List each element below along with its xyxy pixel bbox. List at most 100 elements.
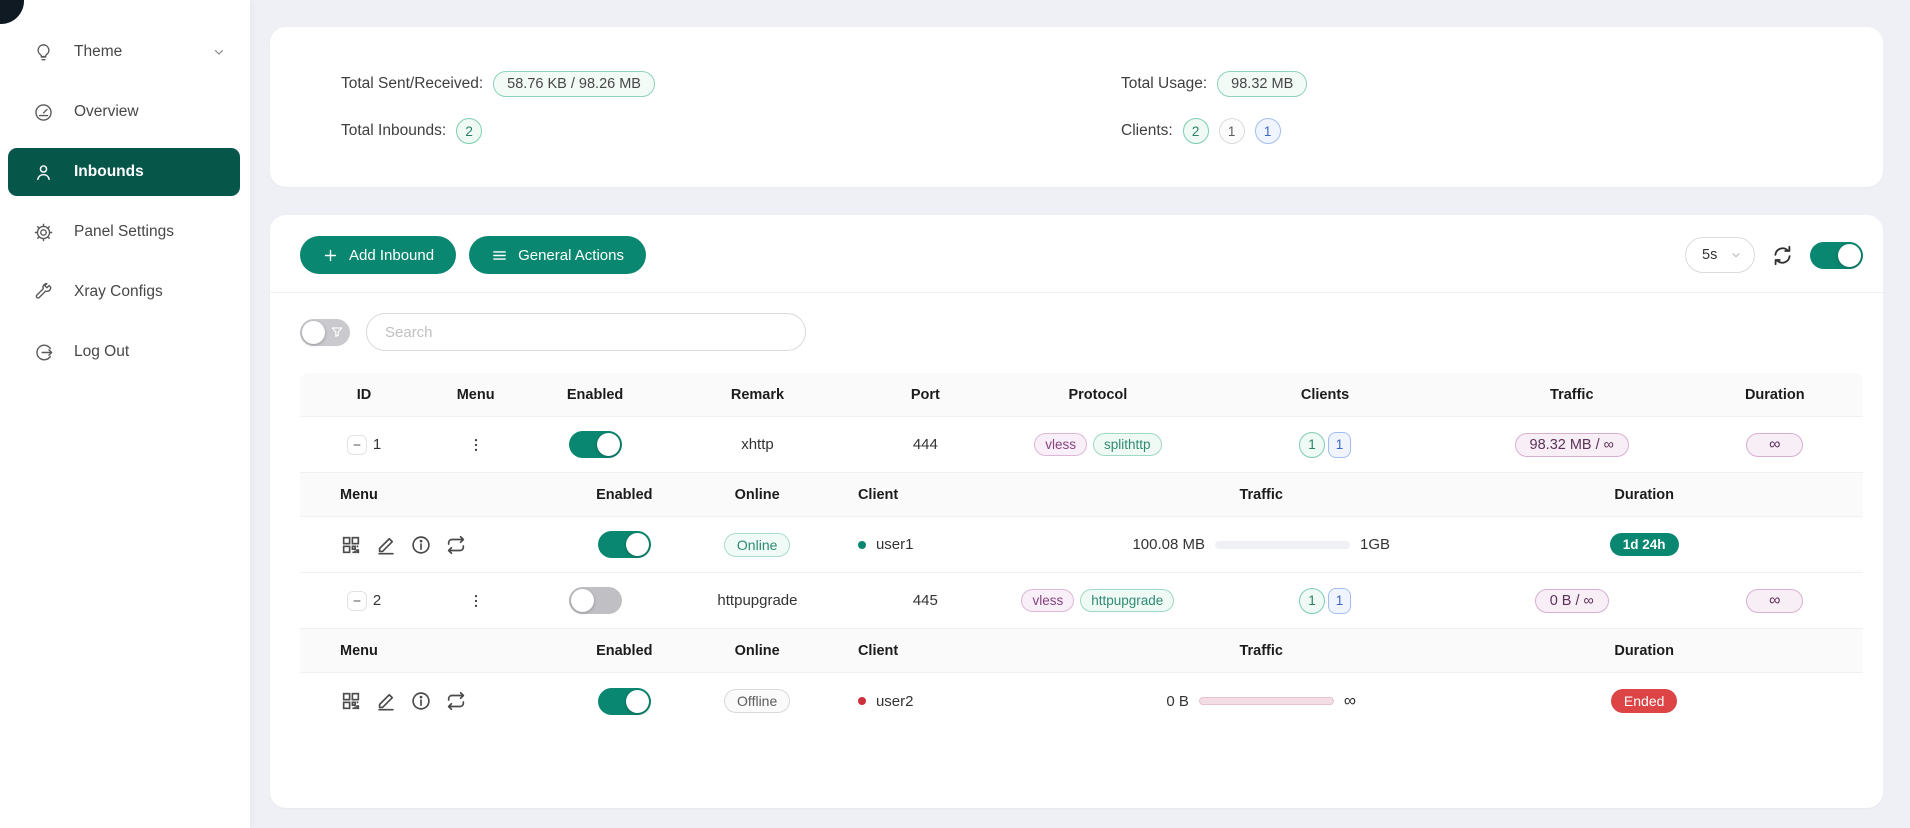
refresh-interval-select[interactable]: 5s bbox=[1685, 237, 1755, 273]
chevron-down-icon bbox=[212, 45, 226, 59]
inbound-row[interactable]: 1 xhttp 444 vless splithttp 1 bbox=[300, 417, 1863, 473]
col-header-menu: Menu bbox=[300, 643, 542, 659]
sidebar: Theme Overview Inbounds bbox=[0, 0, 250, 828]
sidebar-item-label: Panel Settings bbox=[74, 223, 226, 241]
online-status-badge: Online bbox=[724, 533, 790, 557]
duration-badge: 1d 24h bbox=[1610, 533, 1679, 556]
traffic-badge: 0 B / ∞ bbox=[1535, 589, 1609, 613]
traffic-total: ∞ bbox=[1344, 691, 1356, 711]
reset-traffic-icon[interactable] bbox=[445, 690, 467, 712]
add-inbound-button[interactable]: Add Inbound bbox=[300, 236, 456, 274]
client-name: user1 bbox=[876, 536, 914, 553]
row-menu-icon[interactable] bbox=[467, 592, 485, 610]
inbound-row[interactable]: 2 httpupgrade 445 vless httpupgrade bbox=[300, 573, 1863, 629]
duration-badge: ∞ bbox=[1746, 589, 1803, 613]
total-usage-label: Total Usage: bbox=[1121, 75, 1207, 93]
sidebar-item-label: Log Out bbox=[74, 343, 226, 361]
sidebar-item-panel-settings[interactable]: Panel Settings bbox=[8, 208, 240, 256]
traffic-progress-bar bbox=[1199, 697, 1334, 705]
gear-icon bbox=[32, 221, 54, 243]
info-icon[interactable] bbox=[410, 690, 432, 712]
total-inbounds-label: Total Inbounds: bbox=[341, 122, 446, 140]
sidebar-item-logout[interactable]: Log Out bbox=[8, 328, 240, 376]
wrench-icon bbox=[32, 281, 54, 303]
col-header-client: Client bbox=[808, 487, 1011, 503]
sidebar-item-overview[interactable]: Overview bbox=[8, 88, 240, 136]
col-header-duration: Duration bbox=[1511, 487, 1777, 503]
client-row: Online user1 100.08 MB 1GB 1d 24h bbox=[300, 517, 1863, 573]
client-row: Offline user2 0 B ∞ Ended bbox=[300, 673, 1863, 729]
duration-badge: ∞ bbox=[1746, 433, 1803, 457]
refresh-icon[interactable] bbox=[1771, 244, 1794, 267]
qr-code-icon[interactable] bbox=[340, 534, 362, 556]
sidebar-item-xray-configs[interactable]: Xray Configs bbox=[8, 268, 240, 316]
clients-count-badge: 1 bbox=[1255, 118, 1281, 144]
client-header-row: Menu Enabled Online Client Traffic Durat… bbox=[300, 629, 1863, 673]
table-header-row: ID Menu Enabled Remark Port Protocol Cli… bbox=[300, 373, 1863, 417]
clients-count-badge: 1 bbox=[1219, 118, 1245, 144]
menu-bars-icon bbox=[491, 247, 508, 264]
col-header-duration: Duration bbox=[1511, 643, 1777, 659]
info-icon[interactable] bbox=[410, 534, 432, 556]
general-actions-button[interactable]: General Actions bbox=[469, 236, 646, 274]
sidebar-nav: Theme Overview Inbounds bbox=[0, 0, 250, 376]
inbound-id: 2 bbox=[373, 592, 381, 609]
collapse-row-button[interactable] bbox=[347, 591, 367, 611]
auto-refresh-toggle[interactable] bbox=[1810, 242, 1863, 269]
stats-card: Total Sent/Received: 58.76 KB / 98.26 MB… bbox=[270, 27, 1883, 187]
col-header-remark: Remark bbox=[667, 387, 848, 403]
sidebar-item-label: Overview bbox=[74, 103, 226, 121]
dashboard-icon bbox=[32, 101, 54, 123]
col-header-online: Online bbox=[706, 643, 808, 659]
user-icon bbox=[32, 161, 54, 183]
client-status-dot bbox=[858, 541, 866, 549]
inbound-port: 444 bbox=[848, 436, 1003, 453]
sidebar-item-label: Theme bbox=[74, 43, 212, 61]
qr-code-icon[interactable] bbox=[340, 690, 362, 712]
row-menu-icon[interactable] bbox=[467, 436, 485, 454]
client-name: user2 bbox=[876, 693, 914, 710]
traffic-used: 0 B bbox=[1166, 693, 1189, 710]
col-header-enabled: Enabled bbox=[542, 643, 706, 659]
client-enabled-toggle[interactable] bbox=[598, 531, 651, 558]
sidebar-item-inbounds[interactable]: Inbounds bbox=[8, 148, 240, 196]
client-enabled-toggle[interactable] bbox=[598, 688, 651, 715]
client-status-dot bbox=[858, 697, 866, 705]
search-row bbox=[270, 293, 1883, 351]
col-header-duration: Duration bbox=[1687, 387, 1863, 403]
funnel-icon bbox=[330, 325, 344, 339]
edit-icon[interactable] bbox=[375, 690, 397, 712]
edit-icon[interactable] bbox=[375, 534, 397, 556]
filter-toggle[interactable] bbox=[300, 319, 350, 346]
sidebar-item-label: Xray Configs bbox=[74, 283, 226, 301]
plus-icon bbox=[322, 247, 339, 264]
main-content: Total Sent/Received: 58.76 KB / 98.26 MB… bbox=[250, 0, 1910, 828]
col-header-online: Online bbox=[706, 487, 808, 503]
client-count-badge: 1 bbox=[1328, 432, 1351, 458]
sidebar-item-label: Inbounds bbox=[74, 163, 226, 181]
sidebar-item-theme[interactable]: Theme bbox=[8, 28, 240, 76]
client-count-badge: 1 bbox=[1299, 588, 1325, 614]
protocol-tag: vless bbox=[1034, 433, 1087, 456]
search-input[interactable] bbox=[366, 313, 806, 351]
col-header-port: Port bbox=[848, 387, 1003, 403]
logout-icon bbox=[32, 341, 54, 363]
collapse-row-button[interactable] bbox=[347, 435, 367, 455]
col-header-client: Client bbox=[808, 643, 1011, 659]
reset-traffic-icon[interactable] bbox=[445, 534, 467, 556]
inbound-enabled-toggle[interactable] bbox=[569, 587, 622, 614]
bulb-icon bbox=[32, 41, 54, 63]
col-header-enabled: Enabled bbox=[542, 487, 706, 503]
traffic-total: 1GB bbox=[1360, 536, 1390, 553]
client-count-badge: 1 bbox=[1328, 588, 1351, 614]
inbound-enabled-toggle[interactable] bbox=[569, 431, 622, 458]
col-header-traffic: Traffic bbox=[1011, 643, 1511, 659]
col-header-menu: Menu bbox=[300, 487, 542, 503]
total-sent-received-label: Total Sent/Received: bbox=[341, 75, 483, 93]
total-inbounds-badge: 2 bbox=[456, 118, 482, 144]
toolbar: Add Inbound General Actions 5s bbox=[270, 215, 1883, 293]
client-count-badge: 1 bbox=[1299, 432, 1325, 458]
col-header-clients: Clients bbox=[1193, 387, 1457, 403]
traffic-badge: 98.32 MB / ∞ bbox=[1515, 433, 1630, 457]
clients-count-badge: 2 bbox=[1183, 118, 1209, 144]
